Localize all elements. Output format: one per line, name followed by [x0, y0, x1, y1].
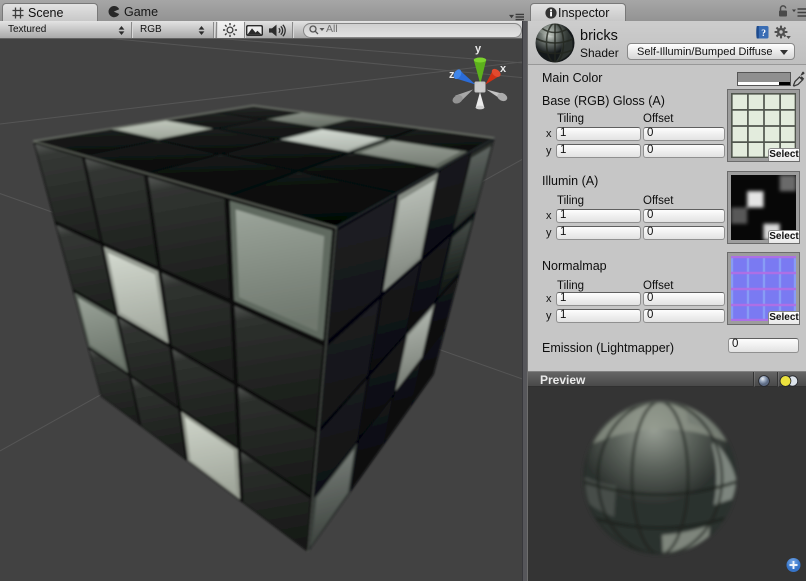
svg-text:x: x — [500, 63, 507, 75]
svg-text:y: y — [475, 43, 482, 55]
svg-text:?: ? — [761, 29, 766, 39]
